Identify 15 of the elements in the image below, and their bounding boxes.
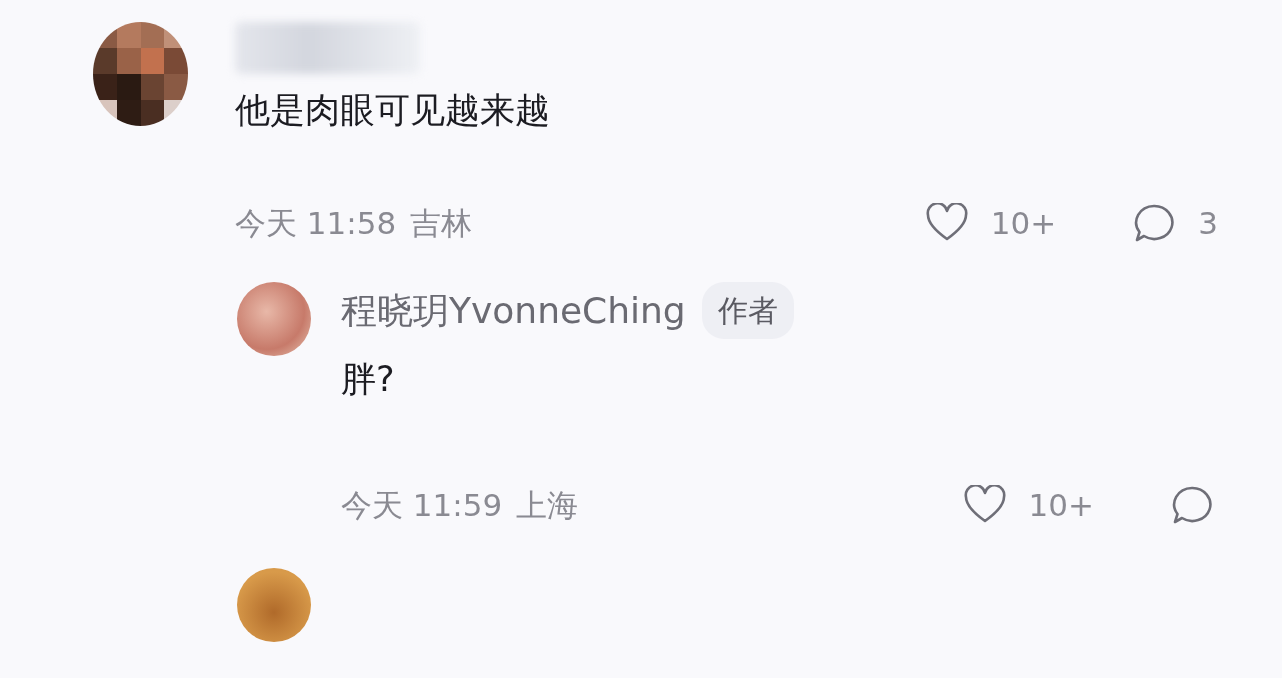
reply-count: 3 [1198,203,1218,243]
comment-time: 今天 11:58 [235,203,397,243]
comment-icon[interactable] [1132,202,1177,243]
like-count: 10+ [1028,485,1094,525]
comment-location: 上海 [516,485,579,525]
comment-text: 他是肉眼可见越来越 [235,89,551,132]
comment-time: 今天 11:59 [341,485,503,525]
heart-icon[interactable] [924,202,969,243]
comment-icon[interactable] [1170,484,1214,525]
author-tag: 作者 [701,282,794,339]
comment-location: 吉林 [410,203,473,243]
like-count: 10+ [990,203,1057,243]
heart-icon[interactable] [962,484,1007,525]
author-name: 程晓玥YvonneChing [341,288,686,333]
reply-text: 胖? [341,358,396,401]
